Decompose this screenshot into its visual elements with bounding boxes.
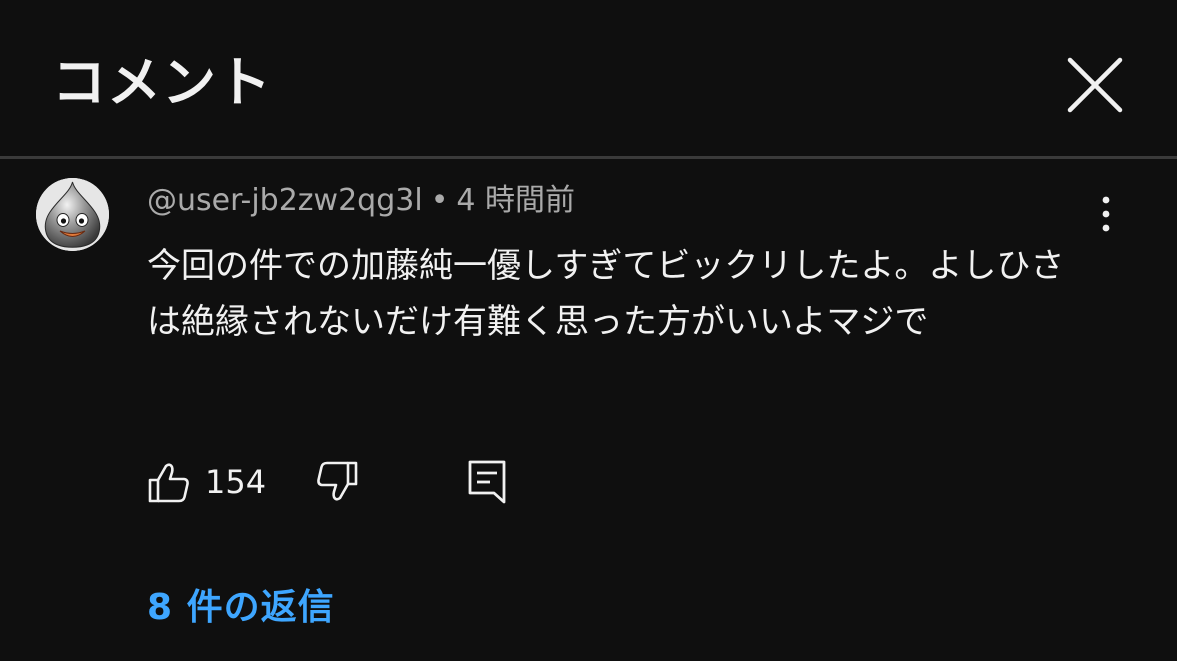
more-options-button[interactable] xyxy=(1088,192,1124,236)
view-replies-link[interactable]: 8 件の返信 xyxy=(147,584,335,632)
comment-meta: @user-jb2zw2qg3l • 4 時間前 xyxy=(147,182,575,220)
author-name[interactable]: @user-jb2zw2qg3l xyxy=(147,183,423,218)
like-count: 154 xyxy=(205,463,267,501)
thumbs-up-icon xyxy=(148,463,189,503)
comment-text: 今回の件での加藤純一優しすぎてビックリしたよ。よしひさは絶縁されないだけ有難く思… xyxy=(147,246,1065,342)
like-button[interactable] xyxy=(147,460,191,504)
dislike-button[interactable] xyxy=(315,460,359,504)
comment-timestamp: 4 時間前 xyxy=(456,183,576,218)
reply-icon xyxy=(468,460,506,504)
close-icon xyxy=(1067,57,1123,113)
reply-button[interactable] xyxy=(467,458,507,506)
meta-separator: • xyxy=(430,183,449,218)
comment-actions: 154 xyxy=(147,456,547,506)
close-button[interactable] xyxy=(1062,52,1128,118)
comments-header: コメント xyxy=(0,0,1177,156)
more-vert-icon xyxy=(1102,196,1110,232)
header-divider xyxy=(0,156,1177,159)
metal-slime-avatar-icon xyxy=(36,178,109,251)
thumbs-down-icon xyxy=(317,461,358,501)
page-title: コメント xyxy=(52,51,272,114)
avatar[interactable] xyxy=(36,178,109,251)
